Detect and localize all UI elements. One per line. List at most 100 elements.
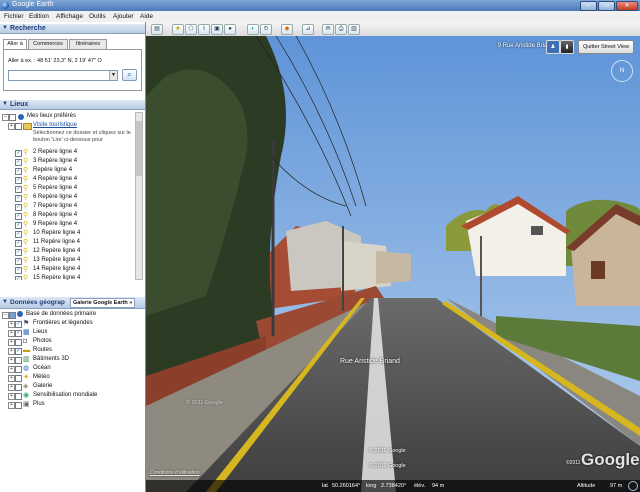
pegman-icon[interactable]: ♟: [546, 40, 560, 54]
expand-icon[interactable]: +: [8, 339, 15, 346]
menu-file[interactable]: Fichier: [4, 13, 24, 20]
checkbox[interactable]: [15, 123, 22, 130]
maximize-button[interactable]: ▭: [598, 1, 615, 11]
tour-link[interactable]: Visite touristique: [33, 121, 77, 130]
street-view-viewport[interactable]: 9 Rue Aristide Briand ♟ ▮ Quitter Street…: [146, 36, 640, 492]
checkbox[interactable]: ✓: [15, 213, 22, 220]
layer-label: Bâtiments 3D: [33, 356, 70, 362]
dropdown-arrow-icon[interactable]: ▼: [109, 71, 117, 80]
checkbox[interactable]: ✓: [15, 204, 22, 211]
menu-view[interactable]: Affichage: [56, 13, 83, 20]
email-icon[interactable]: ✉: [322, 24, 334, 35]
expand-icon[interactable]: –: [2, 312, 9, 319]
menu-tools[interactable]: Outils: [89, 13, 106, 20]
expand-icon[interactable]: +: [8, 375, 15, 382]
road-label: Rue Aristide Briand: [340, 358, 400, 365]
checkbox[interactable]: ✓: [15, 186, 22, 193]
expand-icon[interactable]: +: [8, 384, 15, 391]
sidebar-toggle-icon[interactable]: ▤: [151, 24, 163, 35]
list-item[interactable]: – Base de données primaire: [0, 310, 145, 319]
search-button[interactable]: ⌕: [122, 69, 137, 81]
expand-icon[interactable]: +: [8, 402, 15, 409]
polygon-icon[interactable]: ⬠: [185, 24, 197, 35]
checkbox[interactable]: ✓: [15, 249, 22, 256]
checkbox[interactable]: ✓: [15, 240, 22, 247]
checkbox[interactable]: ✓: [15, 195, 22, 202]
places-section-header[interactable]: ▼ Lieux: [0, 100, 145, 110]
minimize-button[interactable]: –: [580, 1, 597, 11]
ruler-icon[interactable]: ⊿: [302, 24, 314, 35]
checkbox[interactable]: ✓: [15, 258, 22, 265]
lon-value: 2.738420°: [381, 483, 407, 489]
place-label: 5 Repère ligne 4: [33, 185, 78, 191]
database-icon: [17, 311, 23, 317]
checkbox[interactable]: [15, 339, 22, 346]
quit-street-view-button[interactable]: Quitter Street View: [578, 40, 634, 54]
search-panel: Aller à ex. : 48 51' 23,3" N, 2 19' 47" …: [3, 49, 142, 91]
placemark-icon[interactable]: ★: [172, 24, 184, 35]
checkbox[interactable]: ✓: [15, 231, 22, 238]
expand-icon[interactable]: +: [8, 366, 15, 373]
checkbox[interactable]: ✓: [15, 159, 22, 166]
compass-icon[interactable]: N: [611, 60, 633, 82]
checkbox[interactable]: ✓: [15, 276, 22, 280]
tab-businesses[interactable]: Commerces: [28, 39, 68, 49]
google-logo: Google: [581, 450, 640, 469]
checkbox[interactable]: ✓: [15, 267, 22, 274]
checkbox[interactable]: [15, 384, 22, 391]
checkbox[interactable]: [9, 114, 16, 121]
layers-section-title: Données géograp: [10, 299, 65, 306]
expand-icon[interactable]: +: [8, 123, 15, 130]
checkbox[interactable]: [15, 393, 22, 400]
checkbox[interactable]: [15, 366, 22, 373]
place-label: 8 Repère ligne 4: [33, 212, 78, 218]
checkbox[interactable]: ✓: [15, 330, 22, 337]
scroll-thumb[interactable]: [136, 121, 142, 176]
menu-edit[interactable]: Edition: [29, 13, 49, 20]
checkbox[interactable]: ✓: [15, 177, 22, 184]
checkbox[interactable]: ✓: [15, 321, 22, 328]
expand-icon[interactable]: –: [2, 114, 9, 121]
checkbox[interactable]: ✓: [15, 348, 22, 355]
placemark-pin-icon: ⚲: [23, 275, 29, 280]
expand-icon[interactable]: +: [8, 330, 15, 337]
planets-icon[interactable]: ◉: [281, 24, 293, 35]
layer-label: Océan: [33, 365, 51, 371]
tour-icon[interactable]: ●: [224, 24, 236, 35]
sun-icon[interactable]: ◐: [247, 24, 259, 35]
close-button[interactable]: ✕: [616, 1, 638, 11]
terms-link[interactable]: Conditions d'utilisation: [150, 470, 200, 476]
expand-icon[interactable]: +: [8, 348, 15, 355]
search-section-header[interactable]: ▼ Recherche: [0, 24, 145, 34]
search-input[interactable]: ▼: [8, 70, 118, 81]
places-scrollbar[interactable]: [135, 112, 143, 280]
title-bar: Google Earth – ▭ ✕: [0, 0, 640, 11]
placemark-pin-icon: ⚲: [23, 230, 29, 237]
checkbox[interactable]: ✓: [15, 150, 22, 157]
path-icon[interactable]: ⌇: [198, 24, 210, 35]
search-section-title: Recherche: [10, 25, 46, 32]
checkbox[interactable]: [9, 312, 16, 319]
collapse-arrow-icon[interactable]: ▼: [2, 299, 8, 305]
checkbox[interactable]: [15, 375, 22, 382]
print-icon[interactable]: ⎙: [335, 24, 347, 35]
expand-icon[interactable]: +: [8, 321, 15, 328]
menu-add[interactable]: Ajouter: [113, 13, 134, 20]
historical-icon[interactable]: ⏲: [260, 24, 272, 35]
tab-directions[interactable]: Itinéraires: [69, 39, 107, 49]
expand-icon[interactable]: +: [8, 357, 15, 364]
status-bar: lat 50.260164° long 2.738420° élév. 94 m…: [146, 480, 640, 492]
place-label: 9 Repère ligne 4: [33, 221, 78, 227]
checkbox[interactable]: ✓: [15, 168, 22, 175]
gallery-button[interactable]: Galerie Google Earth »: [70, 298, 136, 308]
checkbox[interactable]: ✓: [15, 222, 22, 229]
menu-help[interactable]: Aide: [140, 13, 153, 20]
expand-icon[interactable]: +: [8, 393, 15, 400]
trash-icon[interactable]: ▮: [560, 40, 574, 54]
checkbox[interactable]: [15, 402, 22, 409]
gallery-button-label: Galerie Google Earth: [73, 300, 128, 306]
overlay-icon[interactable]: ▣: [211, 24, 223, 35]
maps-icon[interactable]: ▥: [348, 24, 360, 35]
checkbox[interactable]: [15, 357, 22, 364]
placemark-pin-icon: ⚲: [23, 194, 29, 201]
